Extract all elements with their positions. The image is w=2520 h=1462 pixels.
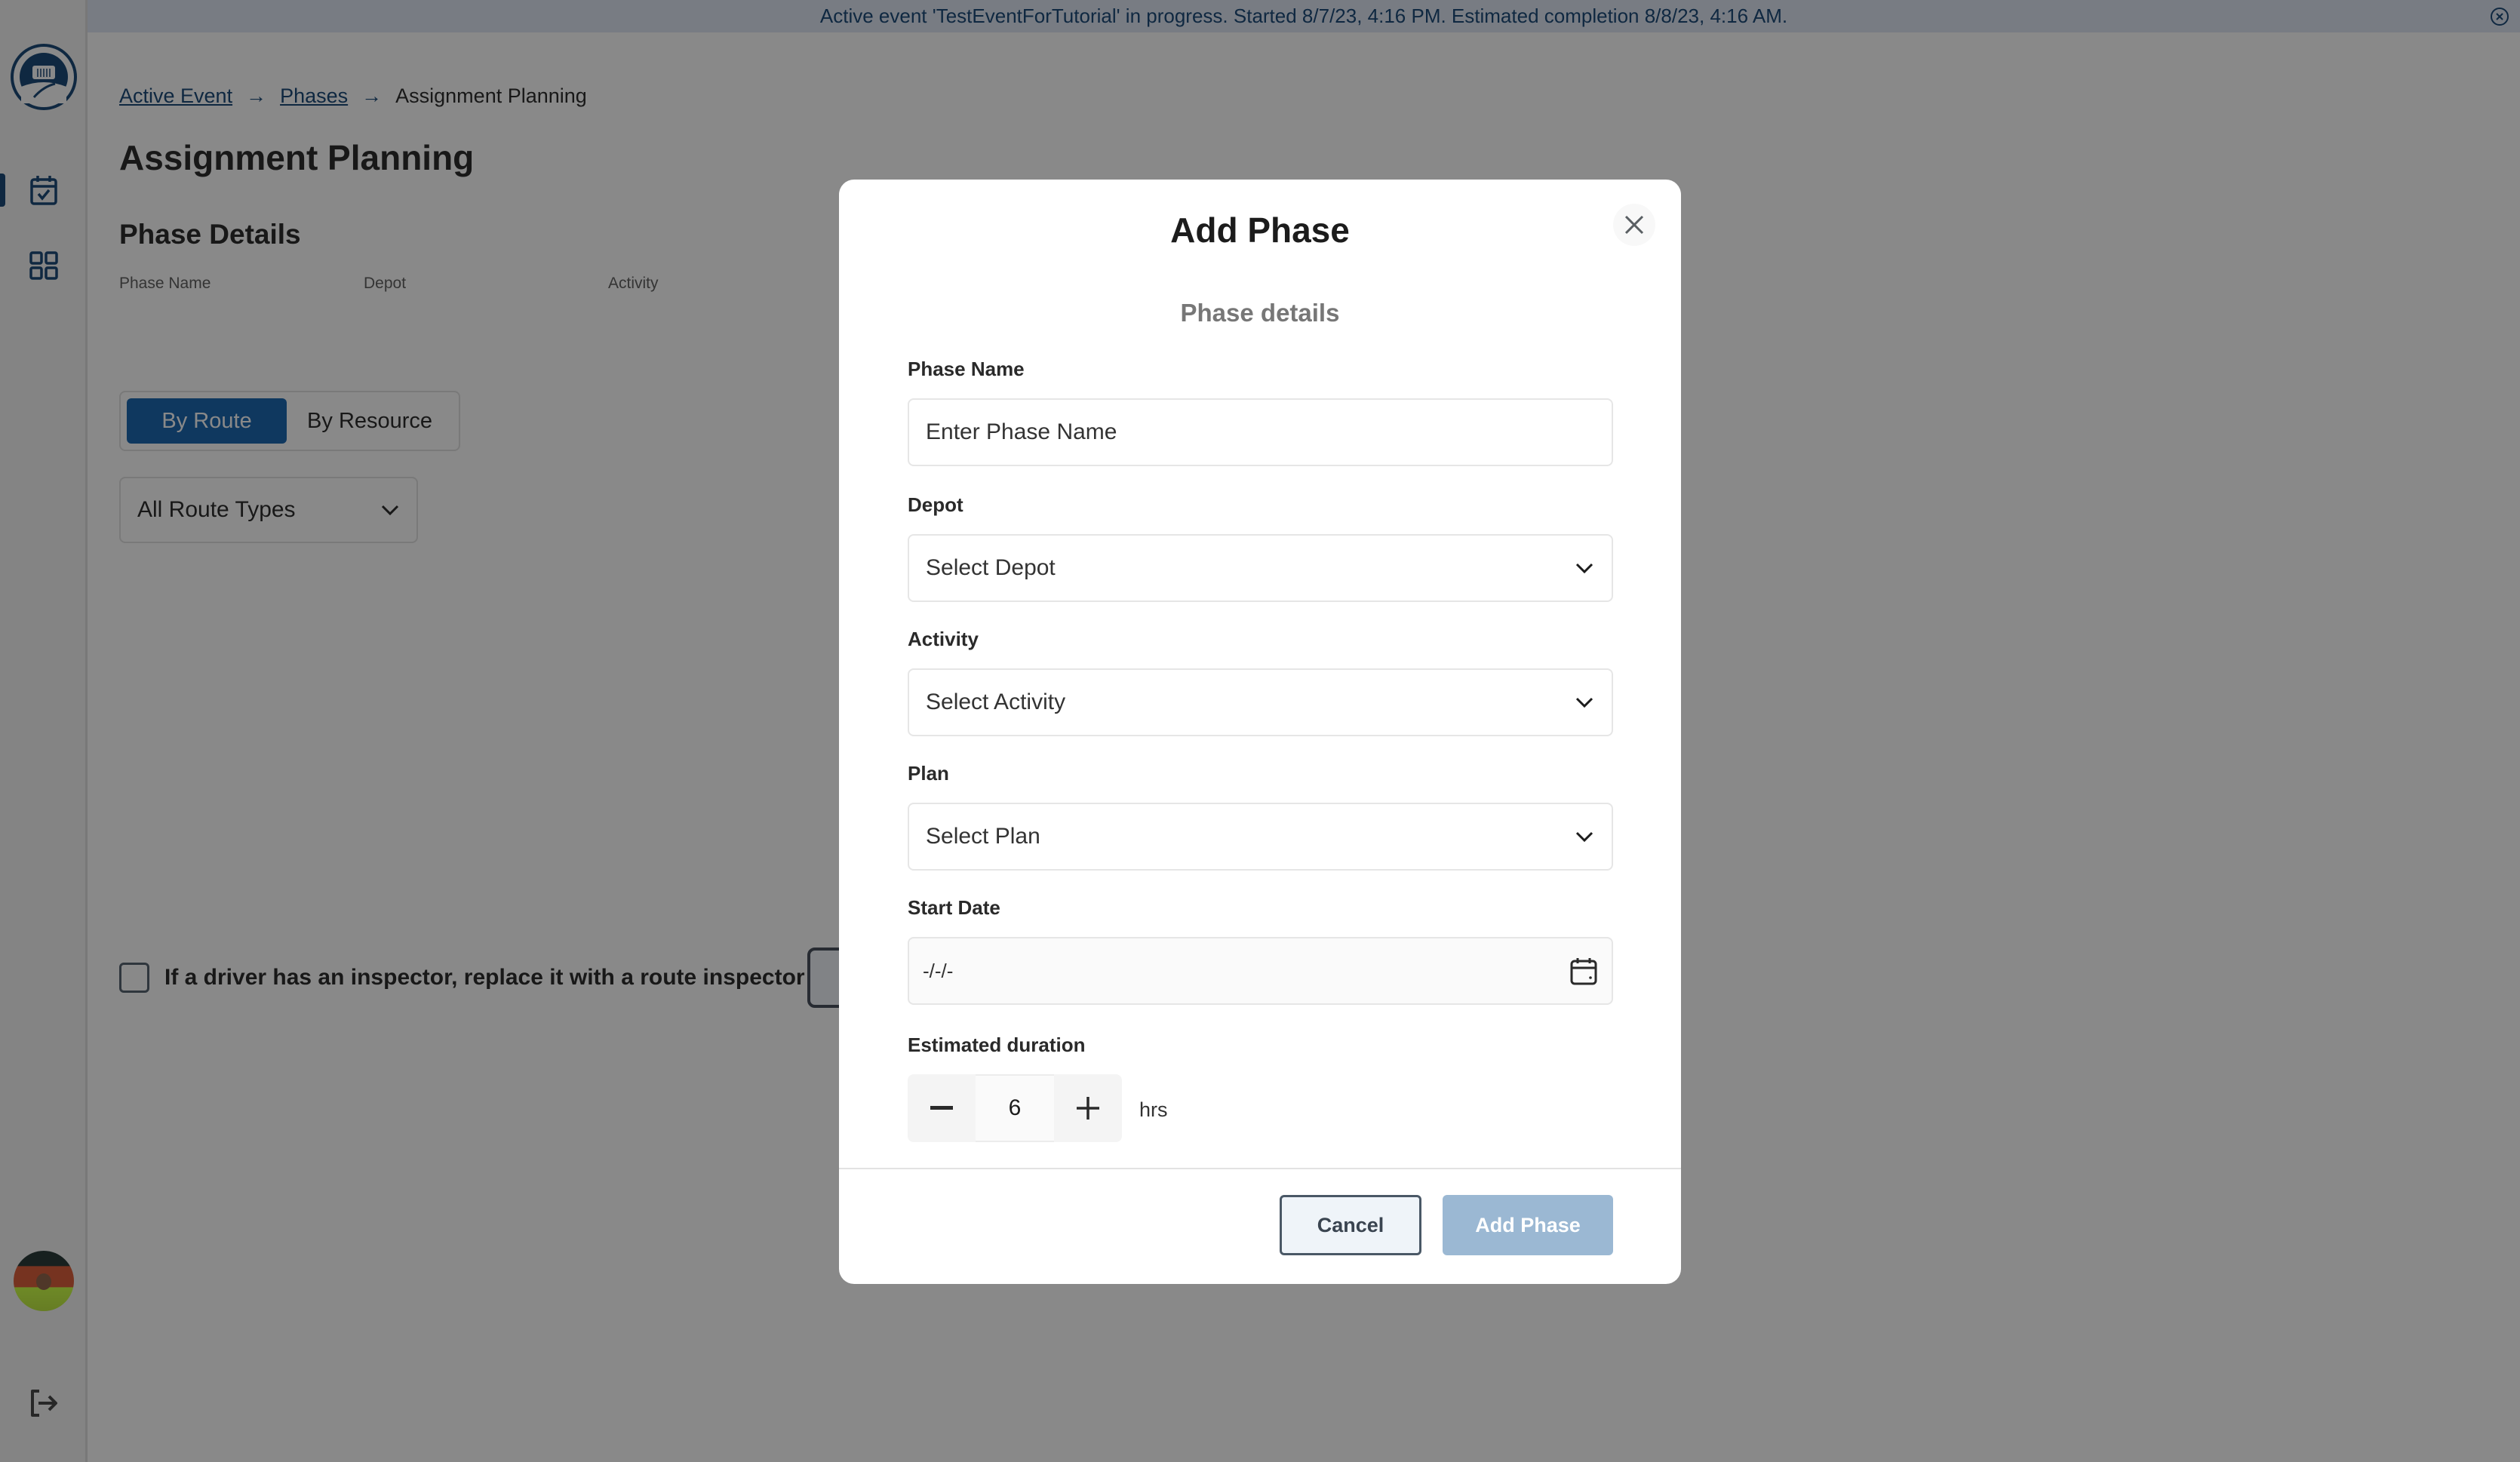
activity-label: Activity xyxy=(908,628,979,650)
duration-label: Estimated duration xyxy=(908,1034,1086,1056)
increment-button[interactable] xyxy=(1054,1074,1122,1142)
plan-select[interactable]: Select Plan xyxy=(908,803,1613,871)
duration-unit: hrs xyxy=(1139,1098,1168,1121)
chevron-down-icon xyxy=(1575,831,1593,843)
phase-name-field xyxy=(908,398,1613,466)
chevron-down-icon xyxy=(1575,563,1593,574)
calendar-icon[interactable] xyxy=(1569,957,1598,985)
modal-close-button[interactable] xyxy=(1613,204,1655,246)
minus-icon xyxy=(930,1106,953,1110)
modal-subtitle: Phase details xyxy=(1180,299,1340,327)
depot-label: Depot xyxy=(908,493,963,516)
plan-label: Plan xyxy=(908,762,949,785)
activity-select[interactable]: Select Activity xyxy=(908,668,1613,736)
start-date-label: Start Date xyxy=(908,896,1000,919)
start-date-input[interactable]: -/-/- xyxy=(908,937,1613,1005)
start-date-placeholder: -/-/- xyxy=(923,959,954,982)
duration-value[interactable]: 6 xyxy=(976,1074,1054,1142)
depot-select[interactable]: Select Depot xyxy=(908,534,1613,602)
depot-placeholder: Select Depot xyxy=(926,555,1056,580)
phase-name-label: Phase Name xyxy=(908,358,1025,380)
modal-title: Add Phase xyxy=(1170,210,1350,250)
duration-stepper: 6 xyxy=(908,1074,1122,1142)
add-phase-modal: Add Phase Phase details Phase Name Depot… xyxy=(839,180,1681,1284)
phase-name-input[interactable] xyxy=(926,419,1595,445)
activity-placeholder: Select Activity xyxy=(926,690,1066,714)
chevron-down-icon xyxy=(1575,697,1593,708)
plus-icon xyxy=(1077,1097,1099,1120)
modal-footer-divider xyxy=(839,1168,1681,1169)
plan-placeholder: Select Plan xyxy=(926,824,1040,849)
decrement-button[interactable] xyxy=(908,1074,976,1142)
cancel-button[interactable]: Cancel xyxy=(1280,1195,1421,1255)
add-phase-button[interactable]: Add Phase xyxy=(1443,1195,1613,1255)
close-icon xyxy=(1624,215,1644,235)
